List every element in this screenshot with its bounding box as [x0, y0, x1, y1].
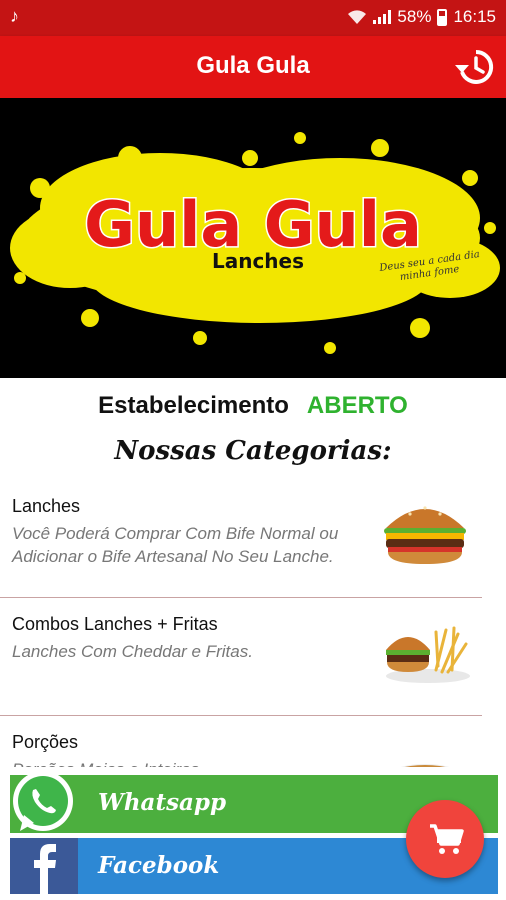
portion-icon — [400, 764, 450, 767]
category-title: Combos Lanches + Fritas — [12, 614, 218, 634]
brand-banner: Gula Gula Lanches Deus seu a cada dia mi… — [0, 98, 506, 378]
establishment-label: Estabelecimento — [98, 392, 289, 419]
category-item-lanches[interactable]: Lanches Você Poderá Comprar Com Bife Nor… — [0, 482, 506, 598]
whatsapp-label: Whatsapp — [98, 789, 227, 816]
categories-heading: Nossas Categorias: — [114, 436, 392, 466]
status-icons: 58% 16:15 — [347, 7, 496, 27]
history-icon[interactable] — [454, 47, 494, 87]
category-title: Lanches — [12, 496, 81, 516]
battery-percent: 58% — [397, 7, 432, 26]
whatsapp-icon — [13, 771, 73, 831]
establishment-state: ABERTO — [306, 392, 408, 419]
category-description: Lanches Com Cheddar e Fritas. — [12, 642, 253, 661]
category-item-combos[interactable]: Combos Lanches + Fritas Lanches Com Ched… — [0, 600, 506, 716]
burger-icon — [384, 506, 466, 564]
category-description: Você Poderá Comprar Com Bife Normal ou A… — [12, 524, 339, 566]
combo-icon — [386, 626, 470, 683]
svg-text:Lanches: Lanches — [212, 249, 304, 273]
wifi-icon — [348, 10, 367, 24]
brand-logo: Gula Gula Lanches Deus seu a cada dia mi… — [0, 98, 506, 378]
establishment-status: Estabelecimento ABERTO — [0, 392, 506, 420]
category-description: Porções Meias e Inteiras — [12, 758, 362, 767]
divider — [0, 715, 482, 716]
facebook-icon — [10, 838, 78, 894]
cart-icon — [430, 824, 464, 854]
app-title: Gula Gula — [196, 52, 310, 79]
category-list[interactable]: Lanches Você Poderá Comprar Com Bife Nor… — [0, 482, 506, 767]
battery-icon — [437, 8, 448, 26]
status-bar: ♪ 58% 16:15 — [0, 0, 506, 36]
clock: 16:15 — [453, 7, 496, 26]
app-bar: Gula Gula — [0, 36, 506, 98]
facebook-label: Facebook — [98, 852, 220, 879]
tiktok-notification-icon: ♪ — [10, 6, 19, 26]
signal-icon — [373, 10, 392, 24]
cart-button[interactable] — [406, 800, 484, 878]
category-title: Porções — [12, 732, 79, 752]
divider — [0, 597, 482, 598]
category-item-porcoes[interactable]: Porções Porções Meias e Inteiras — [0, 718, 506, 767]
